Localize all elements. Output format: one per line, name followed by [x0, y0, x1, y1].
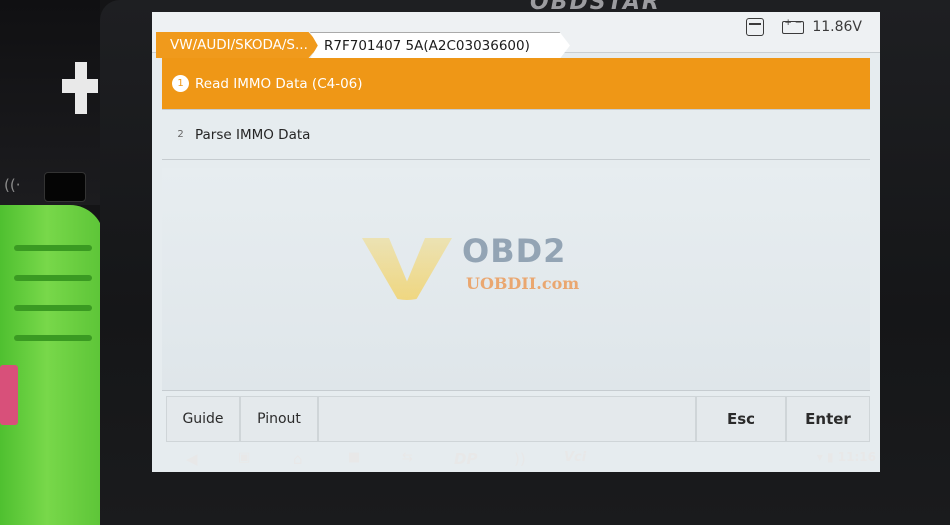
guide-button[interactable]: Guide [166, 396, 240, 442]
pink-chip [0, 365, 18, 425]
back-icon[interactable]: ◀ [186, 450, 198, 468]
side-button[interactable] [44, 172, 86, 202]
dp-icon[interactable]: DP [454, 450, 477, 468]
breadcrumb-vehicle[interactable]: VW/AUDI/SKODA/S... [156, 32, 320, 58]
bottom-toolbar: Guide Pinout Esc Enter [166, 396, 870, 442]
android-nav-bar: ◀ ▣ ⌂ ■ ⇆ DP )) Vci ▾ ▮ 11:16 [180, 446, 880, 474]
teamviewer-icon[interactable]: ⇆ [402, 450, 413, 465]
watermark-logo-icon [362, 238, 452, 300]
battery-icon [782, 18, 805, 34]
vci-icon[interactable]: Vci [564, 450, 586, 465]
clock: 11:16 [837, 450, 876, 464]
status-icons: 11.86V [746, 18, 862, 36]
status-time: ▾ ▮ 11:16 [816, 450, 876, 464]
menu-item-number: 1 [172, 75, 189, 92]
screen: VW/AUDI/SKODA/S... R7F701407 5A(A2C03036… [152, 12, 880, 472]
recent-apps-icon[interactable]: ■ [348, 450, 360, 465]
wifi-icon[interactable]: )) [514, 450, 526, 468]
menu-item-label: Read IMMO Data (C4-06) [195, 75, 363, 92]
plus-marking [62, 62, 98, 114]
menu-list: 1 Read IMMO Data (C4-06) 2 Parse IMMO Da… [162, 58, 870, 160]
menu-item-read-immo[interactable]: 1 Read IMMO Data (C4-06) [162, 58, 870, 110]
menu-item-label: Parse IMMO Data [195, 126, 311, 143]
battery-voltage: 11.86V [812, 19, 862, 35]
toolbar-spacer [318, 396, 696, 442]
watermark-site: UOBDII.com [466, 274, 580, 293]
top-bar: VW/AUDI/SKODA/S... R7F701407 5A(A2C03036… [152, 12, 880, 59]
breadcrumb-ecu[interactable]: R7F701407 5A(A2C03036600) [310, 32, 570, 59]
screenshot-icon[interactable]: ▣ [238, 450, 250, 465]
content-area: OBD2 UOBDII.com [162, 168, 870, 391]
menu-item-parse-immo[interactable]: 2 Parse IMMO Data [162, 110, 870, 160]
pinout-button[interactable]: Pinout [240, 396, 318, 442]
rfid-icon: ((· [4, 176, 21, 194]
menu-item-number: 2 [177, 129, 184, 140]
enter-button[interactable]: Enter [786, 396, 870, 442]
esc-button[interactable]: Esc [696, 396, 786, 442]
watermark-logo-text: OBD2 [462, 232, 567, 270]
calendar-icon[interactable] [746, 18, 765, 36]
device-left-panel: ((· [0, 0, 100, 205]
watermark: OBD2 UOBDII.com [362, 228, 602, 308]
home-icon[interactable]: ⌂ [293, 450, 303, 468]
